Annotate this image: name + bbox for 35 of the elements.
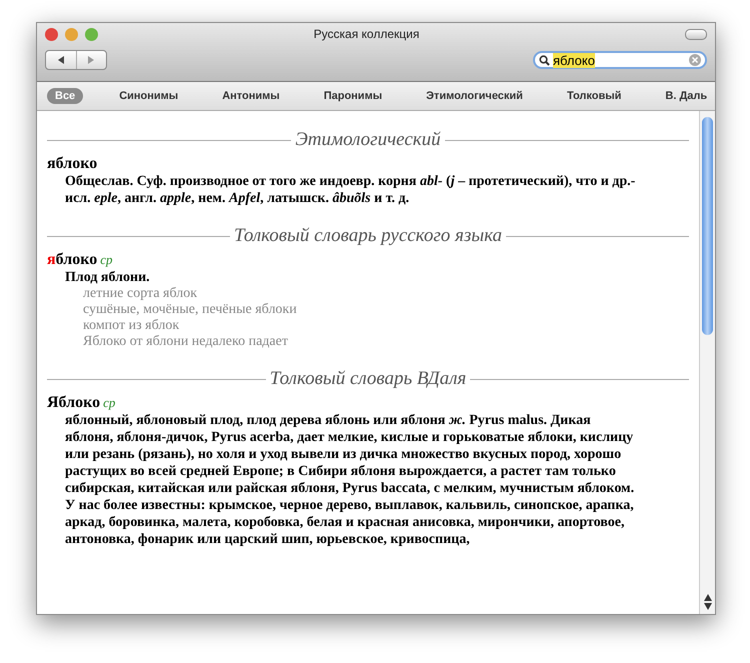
headword: Яблоко ср <box>47 394 116 412</box>
section-heading: Толковый словарь ВДаля <box>270 368 466 390</box>
toolbar-toggle-button[interactable] <box>685 28 707 40</box>
right-triangle-icon <box>87 56 96 64</box>
grammar-label: ср <box>103 395 116 410</box>
left-triangle-icon <box>56 56 65 64</box>
grammar-label: ср <box>100 252 113 267</box>
zoom-button[interactable] <box>85 28 98 40</box>
example-text: летние сорта яблок <box>83 286 198 302</box>
scrollbar-thumb[interactable] <box>702 117 713 335</box>
window-title: Русская коллекция <box>312 27 420 41</box>
scope-tab[interactable]: Антонимы <box>214 88 288 104</box>
headword: яблоко <box>47 155 98 173</box>
clear-icon[interactable] <box>689 54 701 66</box>
example-text: сушёные, мочёные, печёные яблоки <box>83 302 298 318</box>
scroll-down-icon[interactable] <box>704 603 712 610</box>
search-field[interactable]: яблоко <box>533 51 707 69</box>
scrollbar[interactable] <box>699 111 715 614</box>
definition-text: Общеслав. Суф. производное от того же индоевр. корня abl- (j – протетический), что и др.-исл. eple, англ. apple, нем. Apfel, латышск. âbuõls и т. д. <box>65 173 636 207</box>
scope-tab[interactable]: Этимологический <box>418 88 531 104</box>
scope-tab[interactable]: В. Даль <box>657 88 716 104</box>
definition-text: яблонный, яблоновый плод, плод дерева яблонь или яблоня ж. Pyrus malus. Дикая яблоня, яблоня-дичок, Pyrus acerba, дает мелкие, кислые и горьковатые яблоки, кислицу или резань (рязань), но холя и уход вывели из дичка множество вкусных пород, хорошо растущих во всей средней Европе; в Сибири яблоня вырождается, а растет там только сибирская, китайская или райская яблоня, Pyrus baccata, с мелким, мучнистым яблоком. У нас более известны: крымское, черное дерево, выплавок, кальвиль, синопское, арапка, аркад, боровинка, малета, коробовка, белая и красная анисовка, мирончики, апортовое, антоновка, фонарик или царский шип, юрьевское, кривоспица, <box>65 412 636 548</box>
scroll-up-icon[interactable] <box>704 594 712 601</box>
section-heading: Толковый словарь русского языка <box>234 225 502 247</box>
example-text: компот из яблок <box>83 318 180 334</box>
search-icon <box>539 54 550 66</box>
scope-tab[interactable]: Синонимы <box>111 88 186 104</box>
close-button[interactable] <box>45 28 58 40</box>
scope-tab[interactable]: Толковый <box>558 88 630 104</box>
definition-text: Плод яблони. <box>65 269 151 286</box>
minimize-button[interactable] <box>65 28 78 40</box>
headword: яблоко ср <box>47 251 114 269</box>
example-text: Яблоко от яблони недалеко падает <box>83 334 289 350</box>
scope-tab[interactable]: Паронимы <box>316 88 390 104</box>
section-heading: Этимологический <box>295 129 441 151</box>
